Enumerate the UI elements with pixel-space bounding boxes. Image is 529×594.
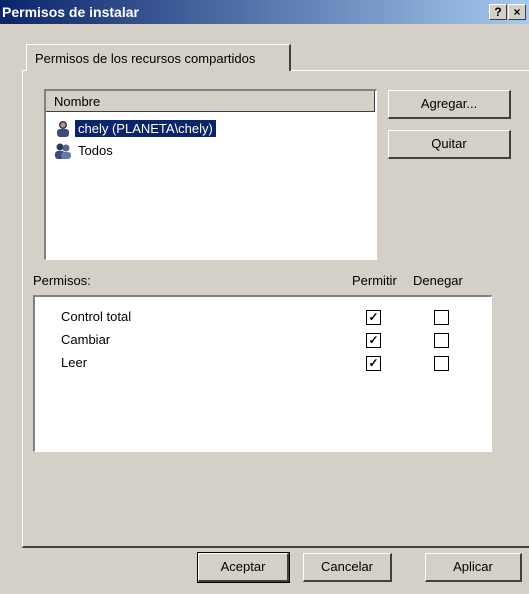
- permission-row-leer: Leer ✓: [61, 353, 481, 375]
- allow-header: Permitir: [352, 273, 397, 288]
- column-header-nombre[interactable]: Nombre: [46, 91, 375, 112]
- tab-shared-permissions[interactable]: Permisos de los recursos compartidos: [26, 44, 291, 71]
- allow-checkbox-cambiar[interactable]: ✓: [366, 333, 381, 348]
- permissions-dialog: Permisos de instalar ? × Permisos de los…: [0, 0, 529, 594]
- allow-checkbox-control-total[interactable]: ✓: [366, 310, 381, 325]
- deny-header: Denegar: [413, 273, 463, 288]
- remove-button[interactable]: Quitar: [388, 130, 511, 159]
- allow-checkbox-leer[interactable]: ✓: [366, 356, 381, 371]
- title-bar[interactable]: Permisos de instalar ? ×: [0, 0, 529, 24]
- deny-checkbox-cambiar[interactable]: [434, 333, 449, 348]
- permission-row-cambiar: Cambiar ✓: [61, 330, 481, 352]
- user-list[interactable]: Nombre chely (PLANETA\chely) Todos: [44, 89, 377, 260]
- deny-checkbox-leer[interactable]: [434, 356, 449, 371]
- permissions-label: Permisos:: [33, 273, 91, 288]
- permission-row-control-total: Control total ✓: [61, 307, 481, 329]
- apply-button[interactable]: Aplicar: [425, 553, 522, 582]
- list-item-todos[interactable]: Todos: [50, 141, 370, 161]
- close-button[interactable]: ×: [508, 4, 526, 20]
- ok-button[interactable]: Aceptar: [197, 552, 290, 583]
- tab-label: Permisos de los recursos compartidos: [35, 51, 256, 66]
- deny-checkbox-control-total[interactable]: [434, 310, 449, 325]
- permissions-list: Control total ✓ Cambiar ✓ Leer ✓: [33, 295, 492, 452]
- group-icon: [54, 142, 72, 160]
- user-icon: [54, 120, 72, 138]
- help-button[interactable]: ?: [489, 4, 507, 20]
- cancel-button[interactable]: Cancelar: [303, 553, 392, 582]
- list-item-chely[interactable]: chely (PLANETA\chely): [50, 119, 370, 139]
- add-button[interactable]: Agregar...: [388, 90, 511, 119]
- window-title: Permisos de instalar: [2, 4, 139, 20]
